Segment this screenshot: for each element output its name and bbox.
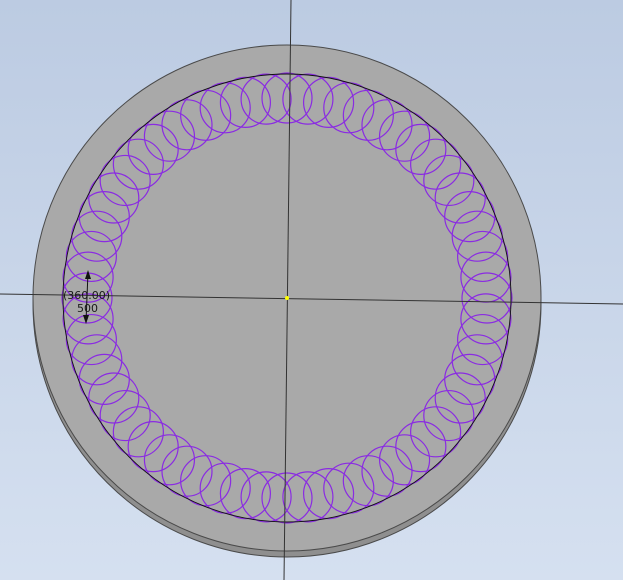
graphics-viewport[interactable]: (360.00) 500 <box>0 0 623 580</box>
dimension-count-label[interactable]: 500 <box>77 302 98 315</box>
cad-scene[interactable]: (360.00) 500 <box>0 0 623 580</box>
origin-point[interactable] <box>285 296 289 300</box>
dimension-angle-label[interactable]: (360.00) <box>63 289 110 302</box>
